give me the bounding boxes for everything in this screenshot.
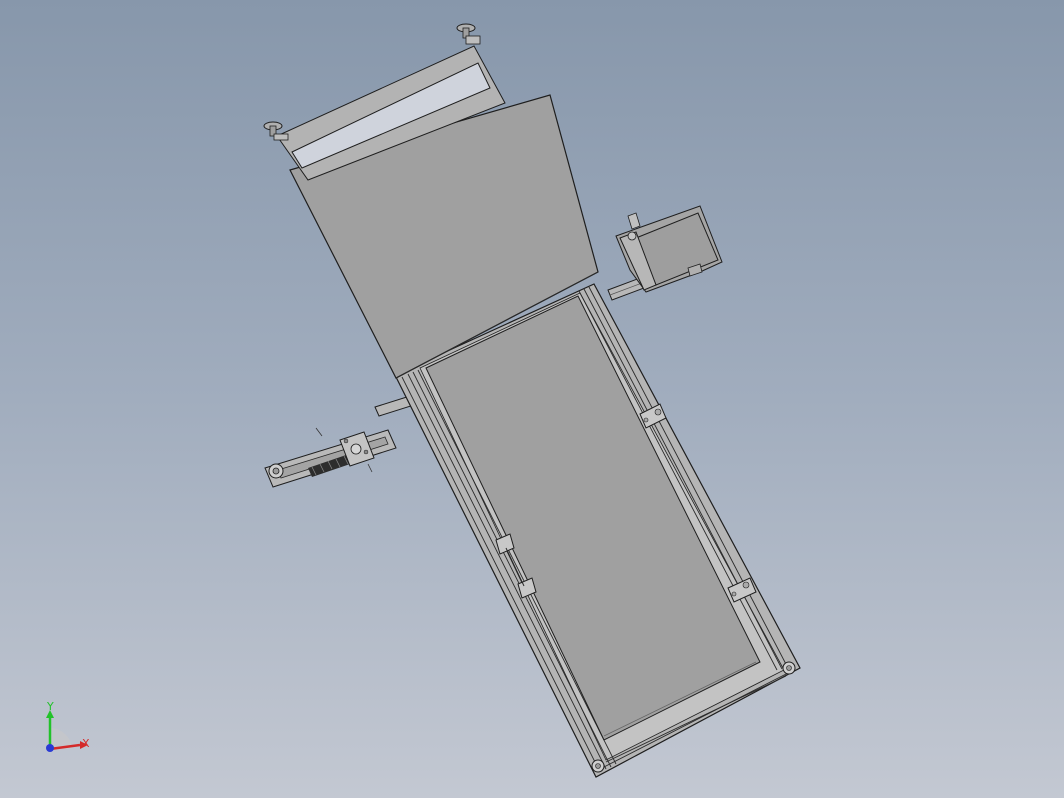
leveling-foot-left[interactable] — [263, 121, 289, 141]
x-axis-label: X — [82, 737, 90, 750]
leveling-foot-right[interactable] — [456, 23, 481, 45]
cad-graphics-viewport[interactable]: X Y — [0, 0, 1064, 798]
z-axis-icon — [46, 744, 54, 752]
y-axis-label: Y — [46, 700, 54, 713]
left-linear-actuator[interactable] — [264, 427, 397, 488]
reference-triad: X Y — [46, 700, 90, 752]
motor-assembly[interactable] — [615, 205, 723, 293]
cad-model-view[interactable]: X Y — [0, 0, 1064, 798]
